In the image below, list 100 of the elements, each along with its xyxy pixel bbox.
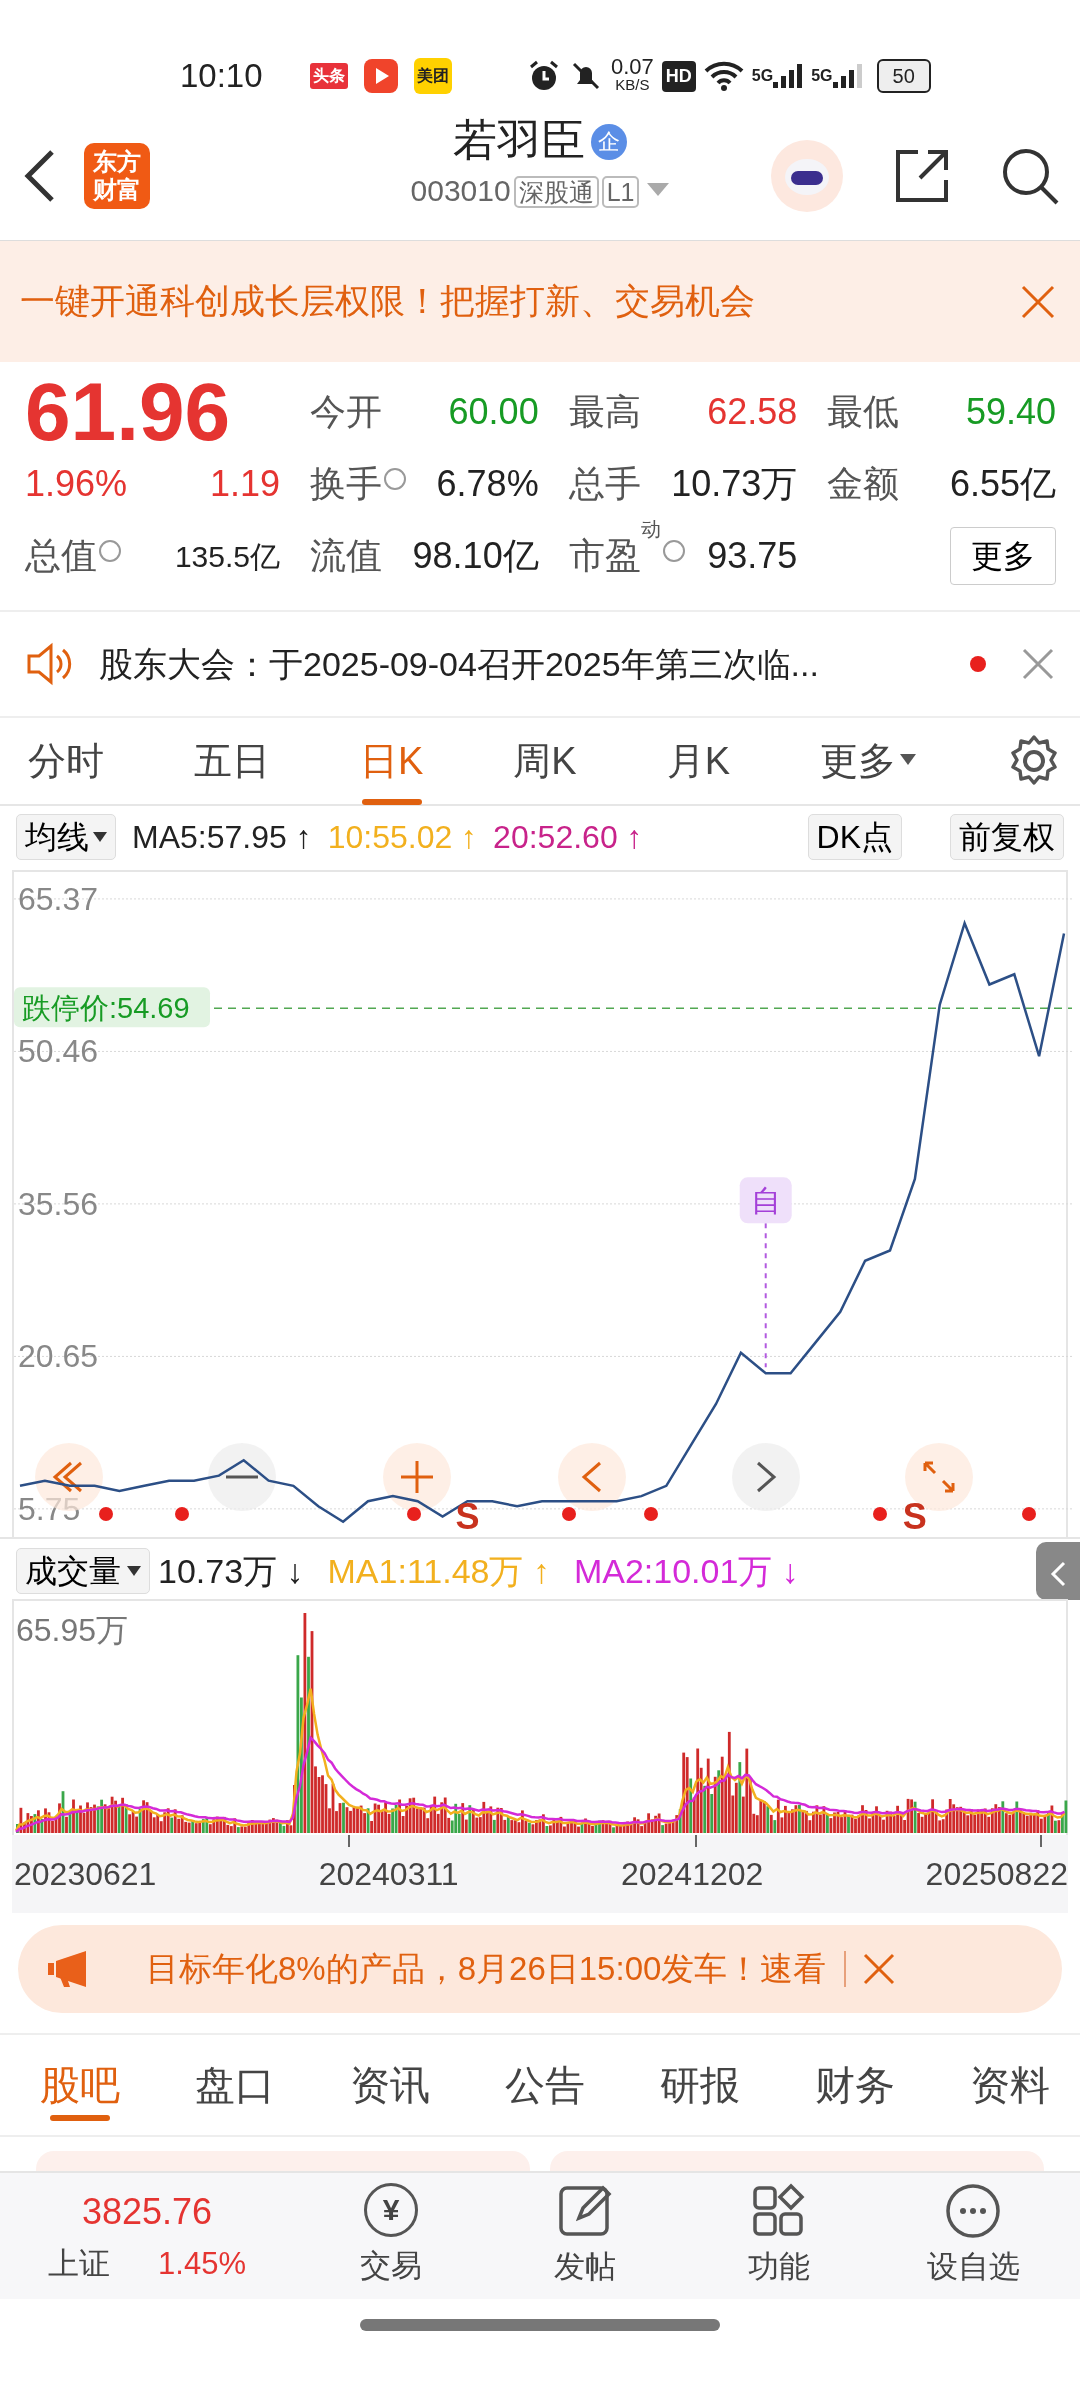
moving-average-value: MA5:57.95 ↑ [132, 818, 312, 857]
chart-tab[interactable]: 日K [359, 717, 424, 805]
wifi-icon [703, 59, 744, 93]
net-speed-unit: KB/S [615, 76, 650, 94]
section-tab[interactable]: 资讯 [350, 2035, 430, 2135]
status-time: 10:10 [180, 56, 264, 97]
stat-label: 流值 [310, 535, 382, 576]
moving-average-value: 20:52.60 ↑ [493, 818, 643, 857]
nav-item[interactable]: 发帖 [525, 2181, 645, 2291]
axis-label: 20.65 [18, 1338, 99, 1375]
alarm-icon [527, 59, 561, 93]
change-percent: 1.96% [25, 462, 128, 506]
volume-dropdown[interactable]: 成交量 [16, 1548, 150, 1594]
close-icon[interactable] [862, 1952, 897, 1986]
volume-value: 10.73万 ↓ [158, 1550, 304, 1592]
stat-value: 6.78% [436, 462, 539, 506]
signal-dot [99, 1507, 113, 1521]
stat-label: 今开 [310, 391, 382, 432]
net-speed: 0.07 [611, 58, 654, 76]
caret-icon [127, 1566, 141, 1576]
stat-label: 最低 [827, 391, 900, 432]
section-tab[interactable]: 财务 [815, 2035, 895, 2135]
signal-label: 5G [751, 66, 774, 86]
battery-level: 50 [876, 59, 931, 93]
nav-item[interactable]: ¥ 交易 [331, 2182, 451, 2290]
chevron-left-icon[interactable] [558, 1443, 626, 1511]
section-tab[interactable]: 研报 [660, 2035, 740, 2135]
more-button[interactable]: 更多 [950, 527, 1056, 585]
date-label: 20250822 [925, 1855, 1068, 1894]
caret-icon [93, 832, 107, 842]
close-icon[interactable] [1020, 283, 1056, 320]
chart-tab[interactable]: 周K [513, 717, 577, 805]
moving-average-value: MA2:10.01万 ↓ [573, 1550, 799, 1592]
stat-label: 金额 [827, 463, 900, 504]
change-amount: 1.19 [209, 462, 280, 506]
signal-dot [562, 1507, 576, 1521]
search-icon[interactable] [1000, 146, 1060, 206]
stat-label: 总值 [25, 535, 97, 576]
chevron-right-icon[interactable] [732, 1443, 800, 1511]
yen-icon: ¥ [364, 2182, 418, 2237]
grid-icon [751, 2181, 807, 2238]
nav-item[interactable]: 功能 [719, 2181, 839, 2291]
stat-value: 62.58 [707, 390, 798, 434]
ref-line-label: 跌停价:54.69 [22, 992, 190, 1025]
stat-value: 135.5亿 [174, 538, 280, 575]
dk-point-button[interactable]: DK点 [807, 814, 902, 860]
logo-text: 东方 [93, 148, 141, 176]
market-tag: 深股通 [513, 176, 599, 208]
sell-signal-label: S [455, 1496, 480, 1537]
zoom-out-icon[interactable] [208, 1443, 276, 1511]
section-tab[interactable]: 公告 [505, 2035, 585, 2135]
info-icon[interactable] [384, 468, 406, 490]
stat-label: 最高 [568, 391, 641, 432]
stat-value: 60.00 [448, 390, 539, 434]
superscript-label: 动 [640, 518, 661, 540]
axis-label: 65.37 [18, 880, 99, 917]
stat-value: 59.40 [965, 390, 1056, 434]
signal-dot [1022, 1507, 1036, 1521]
signal-dot [175, 1507, 189, 1521]
section-tab[interactable]: 盘口 [195, 2035, 275, 2135]
market-tag: L1 [601, 176, 640, 208]
signal-dot [644, 1507, 658, 1521]
signal-bars-icon [773, 64, 804, 88]
play-app-icon [364, 59, 398, 93]
robot-assistant-icon[interactable] [770, 139, 844, 213]
caret-icon[interactable] [647, 183, 670, 197]
stat-value: 93.75 [707, 534, 798, 578]
date-label: 20240311 [318, 1855, 459, 1894]
stat-label: 换手 [310, 463, 382, 504]
section-tab[interactable]: 资料 [970, 2035, 1050, 2135]
indicator-dropdown[interactable]: 均线 [16, 814, 116, 860]
chart-tab[interactable]: 五日 [194, 717, 270, 805]
info-icon[interactable] [662, 540, 685, 562]
adjust-button[interactable]: 前复权 [950, 814, 1064, 860]
stock-name: 若羽臣 [453, 115, 585, 164]
collapse-button[interactable] [1036, 1542, 1080, 1600]
stat-value: 6.55亿 [949, 462, 1056, 506]
date-label: 20230621 [14, 1855, 157, 1894]
close-icon[interactable] [1021, 647, 1055, 681]
chevron-left-icon [1050, 1560, 1066, 1587]
stock-code: 003010 [410, 174, 511, 207]
info-icon[interactable] [99, 540, 121, 562]
notice-text[interactable]: 股东大会：于2025-09-04召开2025年第三次临... [99, 638, 819, 690]
sell-signal-label: S [902, 1496, 927, 1537]
index-quote[interactable]: 3825.76 上证 1.45% [37, 2184, 257, 2288]
section-tab[interactable]: 股吧 [40, 2035, 120, 2135]
stat-value: 10.73万 [671, 462, 798, 506]
stat-label: 市盈 [568, 535, 641, 576]
zoom-in-icon[interactable] [383, 1443, 451, 1511]
axis-label: 35.56 [18, 1185, 99, 1222]
hd-label: HD [661, 60, 696, 92]
chart-tab[interactable]: 分时 [28, 717, 104, 805]
signal-label: 5G [811, 66, 833, 86]
chart-tab[interactable]: 更多 [820, 717, 916, 805]
axis-label: 50.46 [18, 1033, 99, 1070]
stat-label: 总手 [568, 463, 641, 504]
signal-dot [407, 1507, 421, 1521]
chart-tab[interactable]: 月K [666, 717, 730, 805]
nav-item[interactable]: 设自选 [913, 2181, 1033, 2291]
axis-label: 65.95万 [16, 1612, 129, 1648]
